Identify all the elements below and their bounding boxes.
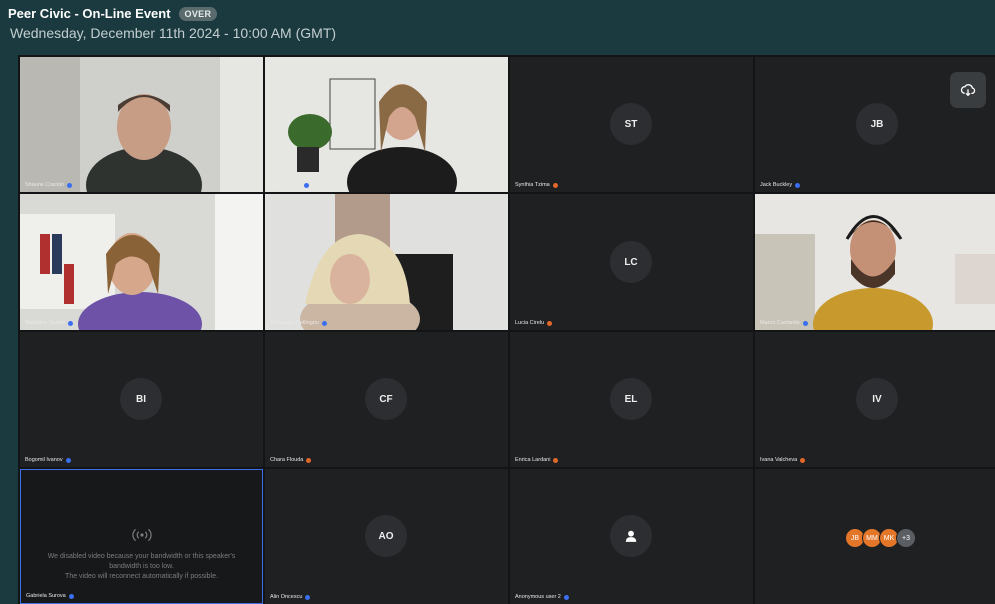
- mic-status-icon: [553, 457, 559, 463]
- broadcast-icon: [132, 528, 152, 542]
- participant-name: Lucia Cirelu: [515, 320, 553, 326]
- overflow-avatar-stack: JB MM MK +3: [845, 528, 916, 548]
- participant-name: Alin Oncescu: [270, 594, 311, 600]
- video-tile[interactable]: Anonymous user 2: [510, 469, 753, 604]
- mic-status-icon: [65, 457, 71, 463]
- cloud-download-icon: [960, 84, 976, 97]
- participant-name: Jack Buckley: [760, 182, 801, 188]
- self-video-tile[interactable]: We disabled video because your bandwidth…: [20, 469, 263, 604]
- video-tile[interactable]: Madalina Ostafe: [20, 194, 263, 330]
- mic-status-icon: [800, 457, 806, 463]
- video-tile[interactable]: BI Bogomil Ivanov: [20, 332, 263, 467]
- participant-avatar: IV: [856, 378, 898, 420]
- participant-avatar: JB: [856, 103, 898, 145]
- mic-status-icon: [67, 182, 73, 188]
- participant-name: Ivana Valcheva: [760, 457, 806, 463]
- participant-name: Chara Flouda: [270, 457, 312, 463]
- bandwidth-notice: We disabled video because your bandwidth…: [21, 552, 262, 582]
- mic-status-icon: [547, 320, 553, 326]
- mic-status-icon: [552, 182, 558, 188]
- download-button[interactable]: [950, 72, 986, 108]
- participant-name: Bogomil Ivanov: [25, 457, 71, 463]
- participant-name: Anonymous user 2: [515, 594, 569, 600]
- video-tile[interactable]: AO Alin Oncescu: [265, 469, 508, 604]
- overflow-count: +3: [896, 528, 916, 548]
- participant-name: Synthia Tzima: [515, 182, 558, 188]
- mic-status-icon: [68, 593, 74, 599]
- participant-name: Shaune Crackin: [25, 182, 73, 188]
- participant-avatar: EL: [610, 378, 652, 420]
- status-badge: OVER: [178, 6, 218, 21]
- participant-avatar: BI: [120, 378, 162, 420]
- video-tile[interactable]: Shaune Crackin: [20, 57, 263, 192]
- mic-status-icon: [68, 320, 74, 326]
- video-feed: [265, 57, 508, 192]
- mic-status-icon: [795, 182, 801, 188]
- video-tile[interactable]: IV Ivana Valcheva: [755, 332, 995, 467]
- participant-avatar: CF: [365, 378, 407, 420]
- participant-avatar: AO: [365, 515, 407, 557]
- video-feed: [20, 57, 263, 192]
- mic-status-icon: [306, 457, 312, 463]
- mic-status-icon: [321, 320, 327, 326]
- video-tile[interactable]: Mary WZ..og: [265, 57, 508, 192]
- overflow-tile[interactable]: JB MM MK +3: [755, 469, 995, 604]
- notice-line: The video will reconnect automatically i…: [65, 573, 218, 580]
- mic-status-icon: [304, 182, 310, 188]
- video-tile[interactable]: ST Synthia Tzima: [510, 57, 753, 192]
- video-feed: [265, 194, 508, 330]
- participant-avatar: LC: [610, 241, 652, 283]
- video-tile[interactable]: CF Chara Flouda: [265, 332, 508, 467]
- notice-line: We disabled video because your bandwidth…: [47, 553, 236, 560]
- participant-name: Athanasia Dellingou: [270, 320, 327, 326]
- participant-name: Madalina Ostafe: [25, 320, 74, 326]
- person-icon: [625, 530, 637, 542]
- event-header: Peer Civic - On-Line Event OVER Wednesda…: [0, 0, 995, 48]
- anonymous-avatar: [610, 515, 652, 557]
- participant-name: Enrica Lardani: [515, 457, 559, 463]
- participant-name: Marco Castanilo: [760, 320, 808, 326]
- video-feed: [20, 194, 263, 330]
- video-tile[interactable]: EL Enrica Lardani: [510, 332, 753, 467]
- event-title: Peer Civic - On-Line Event: [8, 6, 171, 21]
- participant-name: Gabriela Surova: [26, 593, 74, 599]
- event-datetime: Wednesday, December 11th 2024 - 10:00 AM…: [10, 25, 337, 41]
- participant-avatar: ST: [610, 103, 652, 145]
- video-tile[interactable]: Athanasia Dellingou: [265, 194, 508, 330]
- mic-status-icon: [802, 320, 808, 326]
- video-feed: [755, 194, 995, 330]
- title-row: Peer Civic - On-Line Event OVER: [8, 6, 218, 21]
- video-grid: Shaune Crackin Mary WZ..og ST Synthia Tz…: [18, 55, 995, 604]
- video-tile[interactable]: JB Jack Buckley: [755, 57, 995, 192]
- video-tile[interactable]: Marco Castanilo: [755, 194, 995, 330]
- participant-name: Mary WZ..og: [270, 182, 310, 188]
- video-tile[interactable]: LC Lucia Cirelu: [510, 194, 753, 330]
- mic-status-icon: [305, 594, 311, 600]
- mic-status-icon: [563, 594, 569, 600]
- notice-line: bandwidth is too low.: [109, 563, 174, 570]
